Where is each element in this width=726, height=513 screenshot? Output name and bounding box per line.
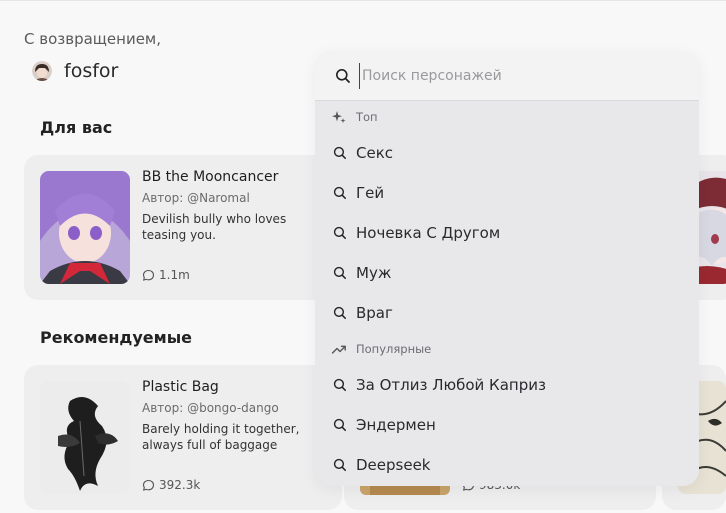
search-dropdown: Топ Секс Гей Ночевка С Другом Муж Враг П… [315, 51, 699, 486]
username: fosfor [64, 60, 119, 82]
suggestion-label: Гей [356, 184, 385, 202]
chat-count-value: 1.1m [159, 268, 190, 282]
chat-count-value: 392.3k [159, 478, 201, 492]
search-icon [335, 68, 351, 84]
chat-bubble-icon [142, 479, 155, 492]
search-icon [333, 186, 347, 200]
character-author[interactable]: Автор: @Naromal [142, 191, 250, 205]
suggestion-label: Враг [356, 304, 393, 322]
search-icon [333, 458, 347, 472]
group-label-text: Топ [356, 110, 378, 124]
character-name: BB the Mooncancer [142, 169, 279, 185]
suggestion-item[interactable]: Эндермен [315, 408, 699, 442]
suggestion-label: Эндермен [356, 416, 436, 434]
search-icon [333, 306, 347, 320]
group-label-text: Популярные [356, 342, 432, 356]
character-card[interactable]: BB the Mooncancer Автор: @Naromal Devili… [24, 155, 342, 300]
search-icon [333, 266, 347, 280]
suggestion-label: Ночевка С Другом [356, 224, 501, 242]
character-author[interactable]: Автор: @bongo-dango [142, 401, 279, 415]
suggestion-item[interactable]: Гей [315, 176, 699, 210]
suggestion-item[interactable]: Муж [315, 256, 699, 290]
suggestion-item[interactable]: За Отлиз Любой Каприз [315, 368, 699, 402]
section-title-recommended: Рекомендуемые [40, 328, 193, 347]
character-thumbnail [40, 171, 130, 284]
search-icon [333, 146, 347, 160]
suggestion-item[interactable]: Враг [315, 296, 699, 330]
suggestion-label: Муж [356, 264, 392, 282]
chat-bubble-icon [142, 269, 155, 282]
character-description: Devilish bully who loves teasing you. [142, 212, 287, 242]
search-icon [333, 226, 347, 240]
trending-icon [331, 341, 347, 357]
group-label-popular: Популярные [331, 341, 431, 357]
suggestion-item[interactable]: Deepseek [315, 448, 699, 482]
suggestion-item[interactable]: Секс [315, 136, 699, 170]
search-bar [315, 51, 699, 101]
section-title-for-you: Для вас [40, 118, 113, 137]
search-input[interactable] [359, 63, 679, 89]
suggestion-label: Deepseek [356, 456, 431, 474]
avatar[interactable] [32, 61, 52, 81]
character-card[interactable]: Plastic Bag Автор: @bongo-dango Barely h… [24, 365, 342, 510]
chat-count: 1.1m [142, 268, 190, 282]
suggestion-item[interactable]: Ночевка С Другом [315, 216, 699, 250]
character-thumbnail [40, 381, 130, 494]
search-icon [333, 418, 347, 432]
user-profile[interactable]: fosfor [32, 60, 118, 82]
welcome-text: С возвращением, [24, 30, 162, 48]
character-name: Plastic Bag [142, 379, 219, 395]
group-label-top: Топ [331, 109, 378, 125]
suggestion-label: За Отлиз Любой Каприз [356, 376, 546, 394]
chat-count: 392.3k [142, 478, 200, 492]
character-description: Barely holding it together, always full … [142, 422, 300, 452]
search-icon [333, 378, 347, 392]
sparkle-icon [331, 109, 347, 125]
suggestion-label: Секс [356, 144, 394, 162]
